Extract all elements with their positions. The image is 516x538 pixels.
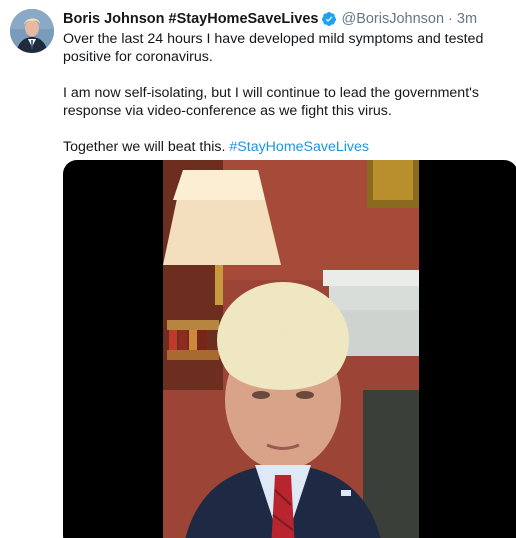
handle[interactable]: @BorisJohnson <box>341 11 444 27</box>
timestamp[interactable]: 3m <box>457 11 477 27</box>
tweet-paragraph-text: Together we will beat this. <box>63 139 226 155</box>
tweet: Boris Johnson #StayHomeSaveLives @BorisJ… <box>0 0 516 538</box>
separator-dot: · <box>448 11 453 27</box>
verified-badge-icon <box>321 11 337 27</box>
avatar[interactable] <box>10 9 54 53</box>
tweet-header: Boris Johnson #StayHomeSaveLives @BorisJ… <box>63 9 477 29</box>
video-frame <box>163 160 419 538</box>
video-player[interactable] <box>63 160 516 538</box>
tweet-paragraph: Together we will beat this. #StayHomeSav… <box>63 138 503 156</box>
tweet-text: Over the last 24 hours I have developed … <box>63 30 503 156</box>
display-name[interactable]: Boris Johnson #StayHomeSaveLives <box>63 11 318 27</box>
tweet-paragraph: I am now self-isolating, but I will cont… <box>63 85 479 119</box>
tweet-paragraph: Over the last 24 hours I have developed … <box>63 31 484 65</box>
hashtag-link[interactable]: #StayHomeSaveLives <box>229 139 369 155</box>
